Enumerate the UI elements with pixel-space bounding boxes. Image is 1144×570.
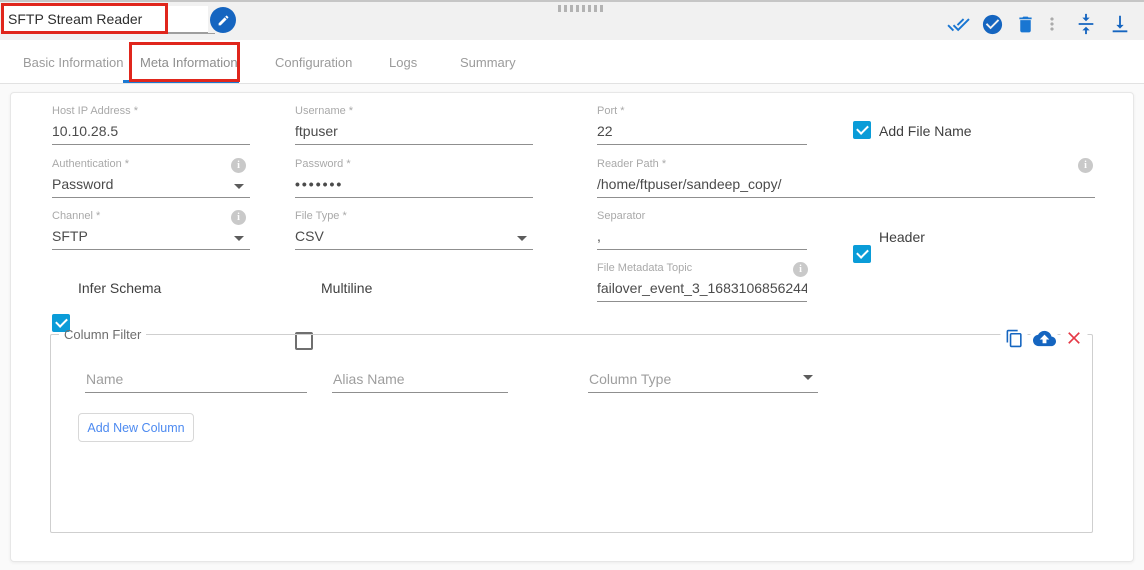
- save-component-button[interactable]: [980, 12, 1004, 36]
- edit-pencil-icon: [217, 14, 230, 27]
- port-field[interactable]: Port * 22: [597, 104, 807, 145]
- trash-icon: [1015, 14, 1036, 35]
- tab-summary[interactable]: Summary: [460, 55, 516, 70]
- check-circle-icon: [981, 13, 1004, 36]
- close-x-icon: [1064, 328, 1084, 348]
- header-checkbox[interactable]: [853, 245, 871, 263]
- add-file-name-label: Add File Name: [879, 123, 972, 139]
- copy-column-filter-button[interactable]: [1000, 324, 1028, 352]
- file-type-select[interactable]: File Type * CSV: [295, 209, 533, 250]
- port-label: Port *: [597, 105, 625, 117]
- tab-basic-information[interactable]: Basic Information: [23, 55, 123, 70]
- column-filter-group: Column Filter: [50, 327, 1093, 533]
- infer-schema-label: Infer Schema: [78, 280, 162, 296]
- separator-field[interactable]: Separator ,: [597, 209, 807, 250]
- download-button[interactable]: [1108, 12, 1132, 36]
- reader-path-value[interactable]: /home/ftpuser/sandeep_copy/: [597, 174, 1095, 194]
- password-field[interactable]: Password * •••••••: [295, 157, 533, 198]
- tab-logs[interactable]: Logs: [389, 55, 417, 70]
- password-label: Password *: [295, 158, 351, 170]
- file-type-dropdown-arrow[interactable]: [517, 236, 527, 241]
- username-field[interactable]: Username * ftpuser: [295, 104, 533, 145]
- column-name-input[interactable]: [85, 366, 307, 393]
- reader-path-field[interactable]: Reader Path * /home/ftpuser/sandeep_copy…: [597, 157, 1095, 198]
- validate-all-button[interactable]: [946, 12, 970, 36]
- file-type-value[interactable]: CSV: [295, 226, 533, 246]
- collapse-panel-button[interactable]: [1074, 12, 1098, 36]
- column-type-select[interactable]: [588, 366, 818, 393]
- authentication-info-icon[interactable]: [231, 158, 246, 173]
- channel-dropdown-arrow[interactable]: [234, 236, 244, 241]
- add-new-column-button[interactable]: Add New Column: [78, 413, 194, 442]
- file-metadata-topic-field[interactable]: File Metadata Topic failover_event_3_168…: [597, 261, 807, 302]
- component-title-input[interactable]: [4, 6, 208, 33]
- file-type-label: File Type *: [295, 210, 347, 222]
- authentication-select[interactable]: Authentication * Password: [52, 157, 250, 198]
- host-ip-field[interactable]: Host IP Address * 10.10.28.5: [52, 104, 250, 145]
- authentication-value[interactable]: Password: [52, 174, 250, 194]
- file-metadata-topic-label: File Metadata Topic: [597, 262, 693, 274]
- more-options-button[interactable]: [1040, 12, 1064, 36]
- channel-value[interactable]: SFTP: [52, 226, 250, 246]
- port-value[interactable]: 22: [597, 121, 807, 141]
- reader-path-info-icon[interactable]: [1078, 158, 1093, 173]
- title-input-underline: [4, 33, 215, 34]
- header-label: Header: [879, 229, 925, 245]
- vertical-align-center-icon: [1075, 13, 1097, 35]
- column-alias-input[interactable]: [332, 366, 508, 393]
- username-label: Username *: [295, 105, 354, 117]
- remove-column-filter-button[interactable]: [1060, 324, 1088, 352]
- multiline-label: Multiline: [321, 280, 373, 296]
- delete-component-button[interactable]: [1013, 12, 1037, 36]
- file-metadata-topic-value[interactable]: failover_event_3_1683106856244_178: [597, 278, 807, 298]
- password-value[interactable]: •••••••: [295, 174, 533, 194]
- drag-handle-icon[interactable]: [558, 5, 603, 12]
- separator-label: Separator: [597, 210, 646, 222]
- tab-configuration[interactable]: Configuration: [275, 55, 352, 70]
- separator-value[interactable]: ,: [597, 226, 807, 246]
- channel-select[interactable]: Channel * SFTP: [52, 209, 250, 250]
- double-check-icon: [946, 13, 970, 36]
- channel-label: Channel *: [52, 210, 101, 222]
- upload-column-filter-button[interactable]: [1030, 324, 1058, 352]
- host-ip-label: Host IP Address *: [52, 105, 139, 117]
- username-value[interactable]: ftpuser: [295, 121, 533, 141]
- copy-icon: [1005, 329, 1024, 348]
- cloud-upload-icon: [1032, 327, 1056, 350]
- host-ip-value[interactable]: 10.10.28.5: [52, 121, 250, 141]
- file-metadata-topic-info-icon[interactable]: [793, 262, 808, 277]
- edit-title-button[interactable]: [210, 7, 236, 33]
- authentication-label: Authentication *: [52, 158, 130, 170]
- add-file-name-checkbox[interactable]: [853, 121, 871, 139]
- more-vertical-icon: [1042, 14, 1062, 34]
- active-tab-indicator: [123, 80, 239, 83]
- column-filter-legend: Column Filter: [64, 327, 142, 342]
- vertical-align-bottom-icon: [1109, 13, 1131, 35]
- authentication-dropdown-arrow[interactable]: [234, 184, 244, 189]
- channel-info-icon[interactable]: [231, 210, 246, 225]
- reader-path-label: Reader Path *: [597, 158, 667, 170]
- column-type-dropdown-arrow[interactable]: [803, 375, 813, 380]
- tab-meta-information[interactable]: Meta Information: [140, 55, 238, 70]
